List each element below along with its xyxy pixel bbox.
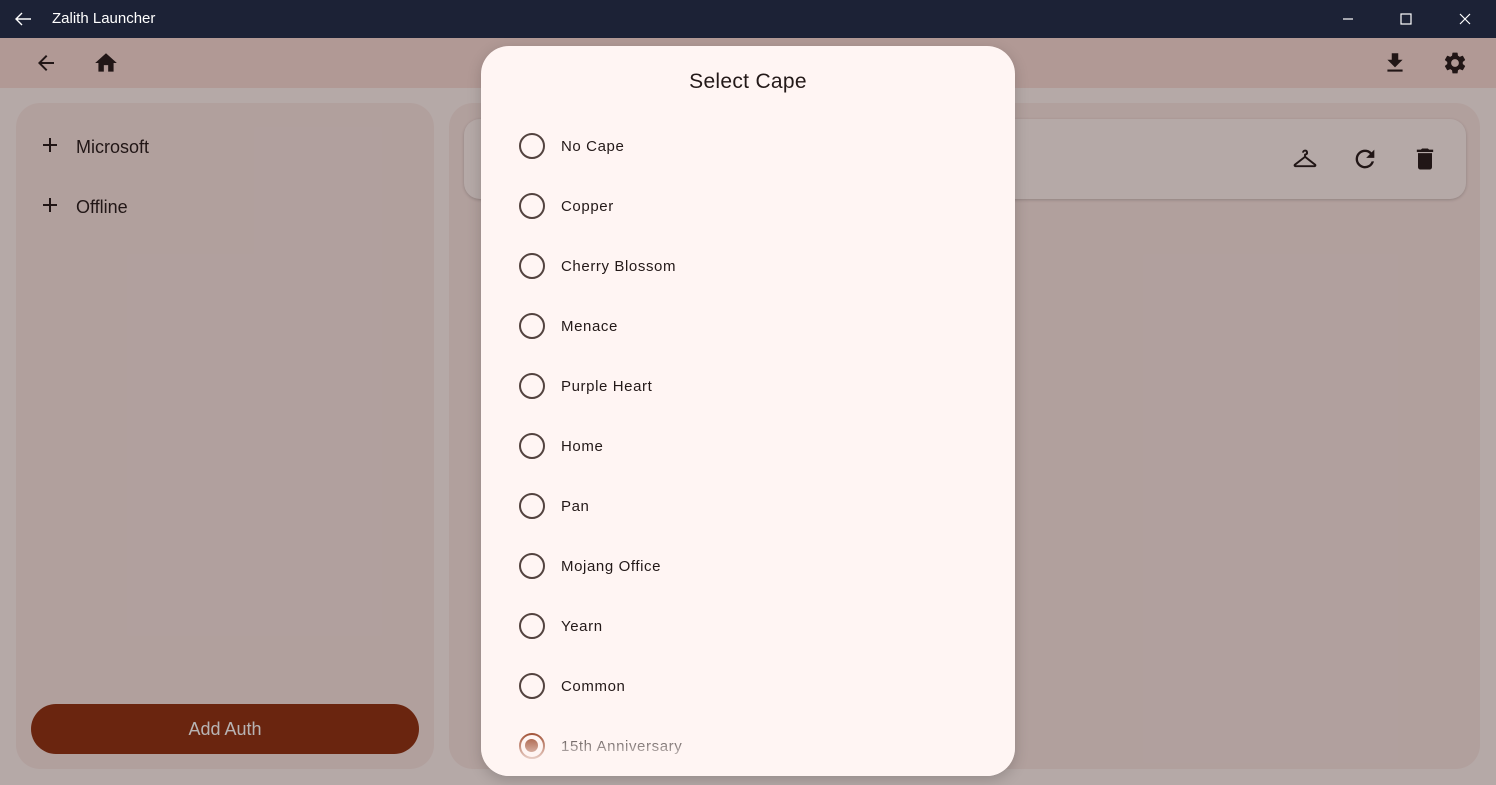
radio-button[interactable] xyxy=(519,433,545,459)
option-label: Common xyxy=(561,677,626,695)
radio-button[interactable] xyxy=(519,193,545,219)
cape-option-purple-heart[interactable]: Purple Heart xyxy=(505,356,991,416)
option-label: 15th Anniversary xyxy=(561,737,683,755)
cape-option-copper[interactable]: Copper xyxy=(505,176,991,236)
cape-option-yearn[interactable]: Yearn xyxy=(505,596,991,656)
option-label: Copper xyxy=(561,197,614,215)
cape-option-cherry-blossom[interactable]: Cherry Blossom xyxy=(505,236,991,296)
radio-button-selected[interactable] xyxy=(519,733,545,759)
select-cape-dialog: Select Cape No Cape Copper Cherry Blosso… xyxy=(481,46,1015,776)
minimize-icon[interactable] xyxy=(1319,0,1377,38)
option-label: Pan xyxy=(561,497,590,515)
title-bar: Zalith Launcher xyxy=(0,0,1496,38)
cape-options-list[interactable]: No Cape Copper Cherry Blossom Menace Pur… xyxy=(481,116,1015,776)
radio-button[interactable] xyxy=(519,553,545,579)
option-label: Cherry Blossom xyxy=(561,257,677,275)
maximize-icon[interactable] xyxy=(1377,0,1435,38)
option-label: No Cape xyxy=(561,137,625,155)
radio-button[interactable] xyxy=(519,493,545,519)
close-icon[interactable] xyxy=(1436,0,1494,38)
radio-button[interactable] xyxy=(519,133,545,159)
cape-option-menace[interactable]: Menace xyxy=(505,296,991,356)
app-window: Zalith Launcher Microsoft Offline Add Au… xyxy=(0,0,1496,785)
option-label: Mojang Office xyxy=(561,557,662,575)
option-label: Home xyxy=(561,437,604,455)
cape-option-mojang-office[interactable]: Mojang Office xyxy=(505,536,991,596)
option-label: Yearn xyxy=(561,617,603,635)
radio-button[interactable] xyxy=(519,673,545,699)
cape-option-pan[interactable]: Pan xyxy=(505,476,991,536)
option-label: Menace xyxy=(561,317,618,335)
radio-button[interactable] xyxy=(519,613,545,639)
window-title: Zalith Launcher xyxy=(52,10,156,27)
arrow-left-icon[interactable] xyxy=(12,9,34,29)
cape-option-common[interactable]: Common xyxy=(505,656,991,716)
cape-option-home[interactable]: Home xyxy=(505,416,991,476)
radio-button[interactable] xyxy=(519,373,545,399)
cape-option-15th-anniversary[interactable]: 15th Anniversary xyxy=(505,716,991,776)
radio-button[interactable] xyxy=(519,253,545,279)
radio-button[interactable] xyxy=(519,313,545,339)
option-label: Purple Heart xyxy=(561,377,653,395)
dialog-title: Select Cape xyxy=(689,70,807,93)
cape-option-no-cape[interactable]: No Cape xyxy=(505,116,991,176)
